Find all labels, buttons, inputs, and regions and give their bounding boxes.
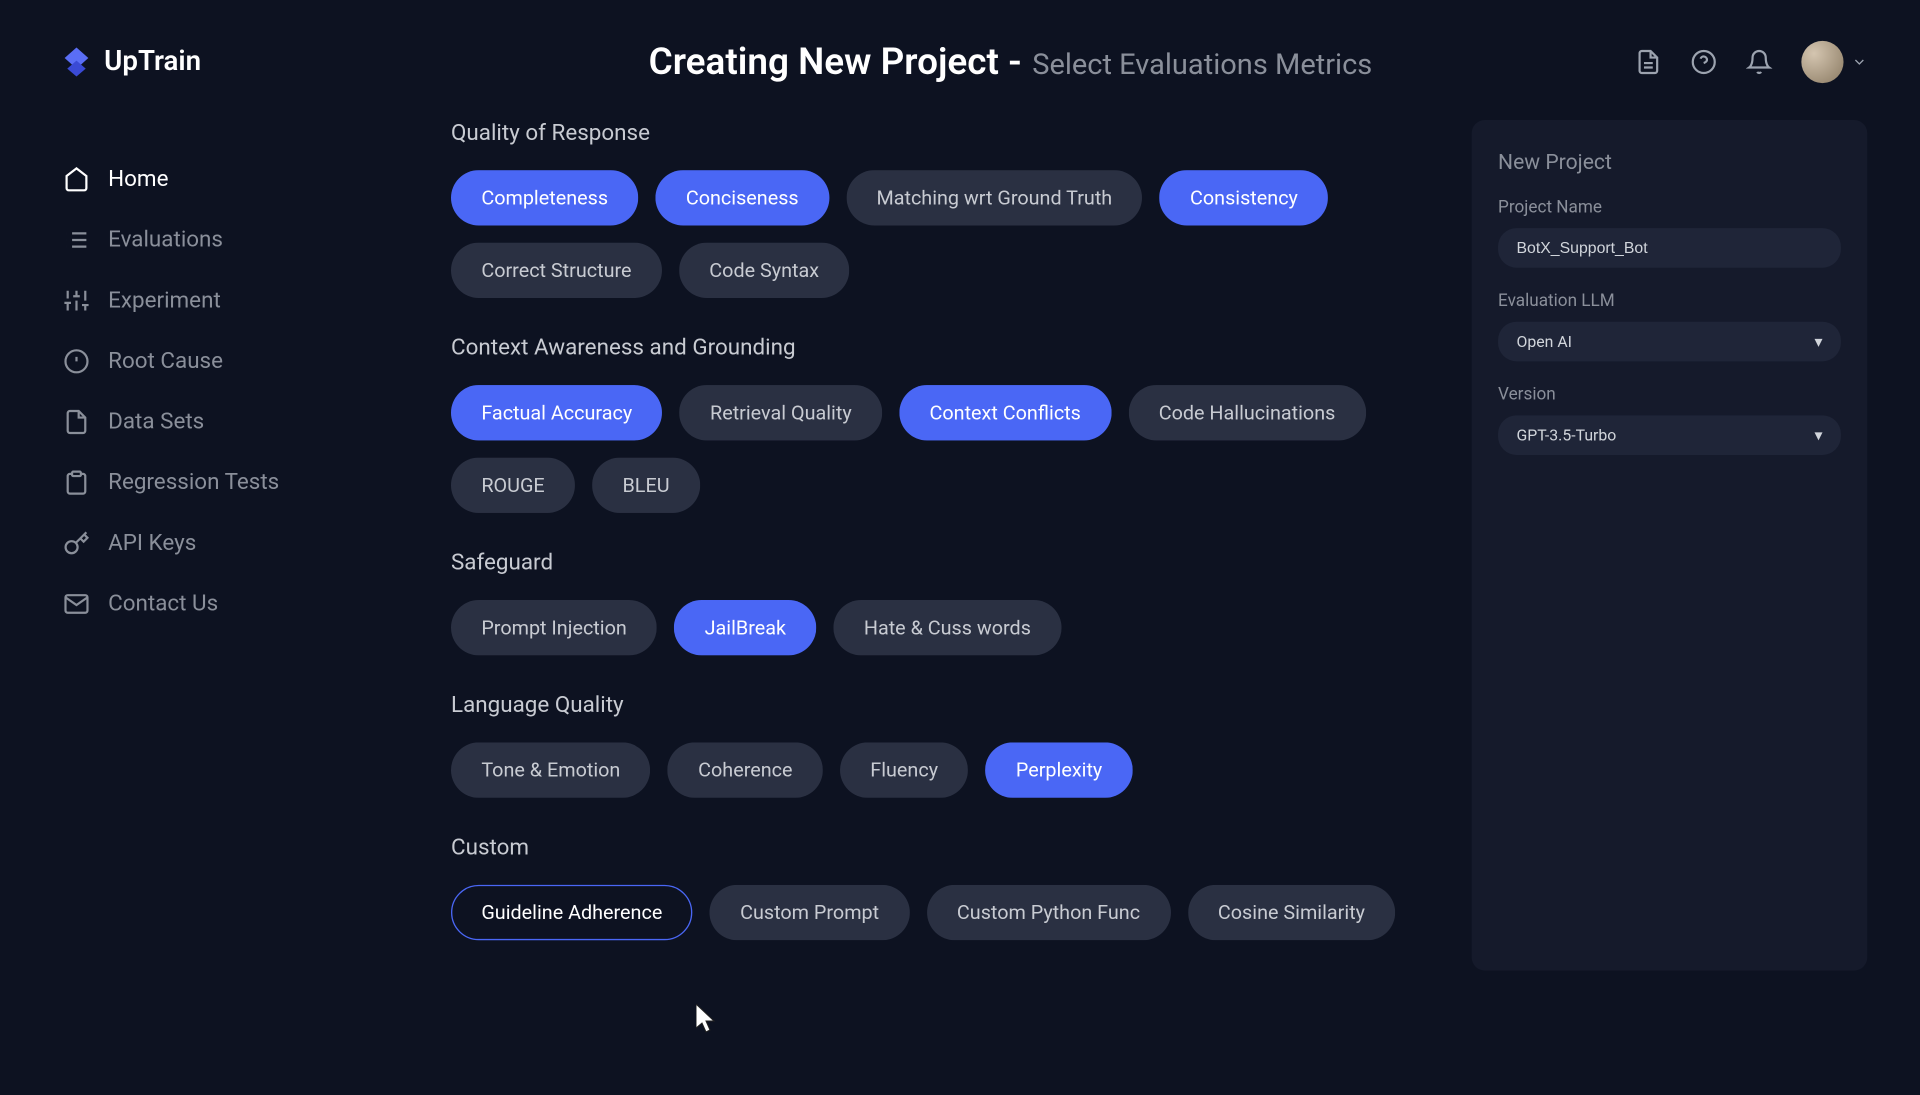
clipboard-icon [63,469,89,495]
metric-chip[interactable]: Correct Structure [451,243,662,298]
nav-regression-tests[interactable]: Regression Tests [53,452,396,513]
section-title: Quality of Response [451,120,1445,146]
metric-chip[interactable]: Guideline Adherence [451,885,693,940]
chevron-down-icon: ▾ [1814,332,1822,350]
metric-section: Context Awareness and Grounding Factual A… [451,335,1445,513]
version-label: Version [1498,385,1841,405]
chips-row: Factual Accuracy Retrieval Quality Context… [451,385,1445,513]
metric-chip[interactable]: BLEU [592,458,700,513]
project-name-input[interactable] [1498,228,1841,268]
nav-label: Experiment [108,287,221,313]
nav-root-cause[interactable]: Root Cause [53,331,396,392]
chips-row: Prompt Injection JailBreak Hate & Cuss wor… [451,600,1445,655]
nav-label: Home [108,166,168,192]
metric-chip[interactable]: ROUGE [451,458,575,513]
mail-icon [63,591,89,617]
version-value: GPT-3.5-Turbo [1517,426,1617,444]
chevron-down-icon: ▾ [1814,426,1822,444]
chips-row: Guideline Adherence Custom Prompt Custom P… [451,885,1445,940]
alert-icon [63,348,89,374]
brand-name: UpTrain [104,45,201,77]
metric-chip[interactable]: Code Hallucinations [1128,385,1365,440]
page-title-main: Creating New Project - [649,40,1022,84]
sliders-icon [63,287,89,313]
chevron-down-icon [1851,53,1867,69]
section-title: Custom [451,835,1445,861]
metric-chip[interactable]: Coherence [668,742,823,797]
nav-data-sets[interactable]: Data Sets [53,392,396,453]
main-content: Quality of Response Completeness Concisene… [396,83,1472,977]
eval-llm-label: Evaluation LLM [1498,291,1841,311]
chips-row: Completeness Conciseness Matching wrt Grou… [451,170,1445,298]
metric-chip[interactable]: Completeness [451,170,638,225]
cursor-icon [696,1004,720,1034]
eval-llm-select[interactable]: Open AI ▾ [1498,322,1841,362]
metric-chip[interactable]: Fluency [840,742,968,797]
metric-chip[interactable]: Tone & Emotion [451,742,651,797]
section-title: Context Awareness and Grounding [451,335,1445,361]
nav-label: Contact Us [108,591,218,617]
page-title: Creating New Project - Select Evaluation… [649,40,1373,84]
metric-chip[interactable]: Consistency [1160,170,1329,225]
nav-contact-us[interactable]: Contact Us [53,574,396,635]
help-icon[interactable] [1691,48,1717,74]
logo[interactable]: UpTrain [59,44,201,78]
key-icon [63,530,89,556]
metric-section: Language Quality Tone & Emotion Coherence F… [451,692,1445,797]
document-icon[interactable] [1635,48,1661,74]
list-icon [63,227,89,253]
metric-chip[interactable]: Cosine Similarity [1188,885,1396,940]
version-select[interactable]: GPT-3.5-Turbo ▾ [1498,415,1841,455]
logo-icon [59,44,93,78]
user-menu[interactable] [1801,40,1867,82]
project-name-label: Project Name [1498,198,1841,218]
panel-title: New Project [1498,149,1841,174]
metric-section: Safeguard Prompt Injection JailBreak Hate &… [451,550,1445,655]
home-icon [63,166,89,192]
right-panel: New Project Project Name Evaluation LLM … [1472,120,1868,971]
nav-evaluations[interactable]: Evaluations [53,210,396,271]
nav-label: Evaluations [108,227,223,253]
nav-home[interactable]: Home [53,149,396,210]
metric-chip[interactable]: Retrieval Quality [680,385,882,440]
section-title: Safeguard [451,550,1445,576]
nav-experiment[interactable]: Experiment [53,270,396,331]
chips-row: Tone & Emotion Coherence Fluency Perplexity [451,742,1445,797]
eval-llm-value: Open AI [1517,332,1572,350]
metric-chip[interactable]: Custom Prompt [710,885,910,940]
nav-label: API Keys [108,530,196,556]
file-icon [63,409,89,435]
metric-chip[interactable]: Code Syntax [679,243,849,298]
section-title: Language Quality [451,692,1445,718]
metric-chip[interactable]: Factual Accuracy [451,385,663,440]
metric-chip[interactable]: Context Conflicts [899,385,1111,440]
metric-section: Quality of Response Completeness Concisene… [451,120,1445,298]
bell-icon[interactable] [1746,48,1772,74]
nav-api-keys[interactable]: API Keys [53,513,396,574]
metric-chip[interactable]: Conciseness [656,170,829,225]
metric-section: Custom Guideline Adherence Custom Prompt Cu… [451,835,1445,940]
nav-label: Root Cause [108,348,223,374]
metric-chip[interactable]: Matching wrt Ground Truth [846,170,1142,225]
nav-label: Data Sets [108,409,204,435]
metric-chip[interactable]: Hate & Cuss words [834,600,1062,655]
metric-chip[interactable]: Perplexity [986,742,1133,797]
metric-chip[interactable]: JailBreak [674,600,816,655]
avatar [1801,40,1843,82]
sidebar: Home Evaluations Experiment Root Cause D… [53,83,396,977]
metric-chip[interactable]: Prompt Injection [451,600,657,655]
metric-chip[interactable]: Custom Python Func [927,885,1171,940]
page-title-sub: Select Evaluations Metrics [1032,49,1372,82]
nav-label: Regression Tests [108,469,279,495]
